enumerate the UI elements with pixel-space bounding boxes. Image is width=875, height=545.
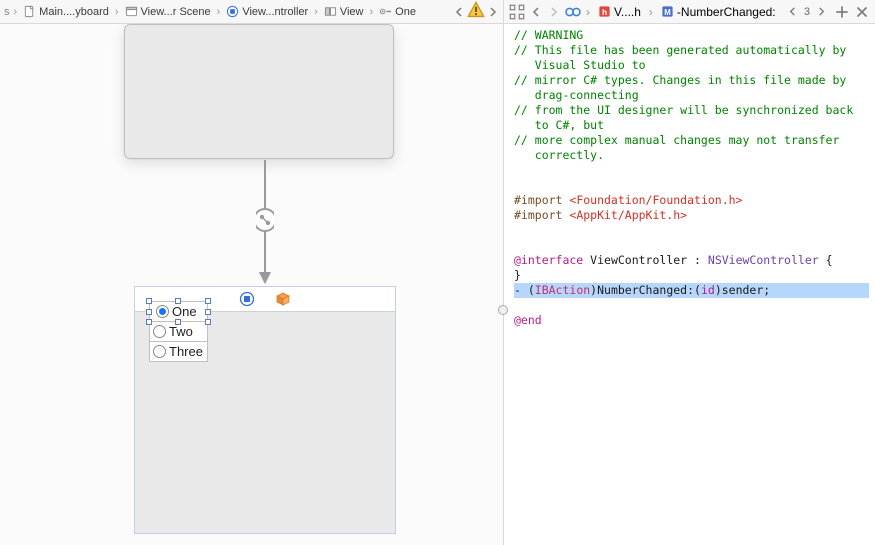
crumb-root-sep: s <box>2 0 12 23</box>
crumb-label: V....h <box>614 5 641 19</box>
svg-text:M: M <box>664 8 671 17</box>
code-method-end: )sender; <box>715 283 770 297</box>
left-breadcrumb-bar: s › Main....yboard › View...r Scene › <box>0 0 503 24</box>
resize-handle[interactable] <box>205 298 211 304</box>
nav-back-button[interactable] <box>528 4 544 20</box>
nav-forward-button[interactable] <box>546 4 562 20</box>
nav-counter: 3 <box>785 4 829 20</box>
crumb-sep: › <box>312 6 320 18</box>
code-classname: ViewController <box>590 253 687 267</box>
radio-icon <box>379 5 392 18</box>
scene-icon <box>125 5 138 18</box>
code-comment: // more complex manual changes may not t… <box>514 133 839 162</box>
radio-circle-icon <box>156 305 169 318</box>
radio-label: Three <box>169 344 203 359</box>
segue-connector <box>256 160 274 286</box>
crumb-scene[interactable]: View...r Scene <box>121 0 215 23</box>
radio-label: Two <box>169 324 193 339</box>
resize-handle[interactable] <box>175 319 181 325</box>
crumb-method[interactable]: M -NumberChanged: <box>657 0 780 23</box>
code-editor[interactable]: // WARNING // This file has been generat… <box>504 24 875 545</box>
svg-text:h: h <box>602 7 607 17</box>
code-interface-kw: @interface <box>514 253 590 267</box>
crumb-sep: › <box>647 5 655 19</box>
view-icon <box>324 5 337 18</box>
grid-apps-icon[interactable] <box>508 3 526 21</box>
crumb-label: View <box>340 6 364 18</box>
code-dash: - ( <box>514 283 535 297</box>
radio-option-three[interactable]: Three <box>149 341 208 362</box>
code-highlighted-line: - (IBAction)NumberChanged:(id)sender; <box>514 283 869 298</box>
radio-circle-icon <box>153 325 166 338</box>
code-comment: // mirror C# types. Changes in this file… <box>514 73 846 102</box>
code-ibaction: IBAction <box>535 283 590 297</box>
design-canvas[interactable]: One Two <box>0 24 503 545</box>
code-comment: // from the UI designer will be synchron… <box>514 103 853 132</box>
radio-group: One Two <box>149 301 208 361</box>
code-close-brace: } <box>514 268 521 282</box>
crumb-viewcontroller[interactable]: View...ntroller <box>222 0 312 23</box>
radio-label: One <box>172 304 197 319</box>
code-brace: { <box>819 253 833 267</box>
code-comment: // WARNING <box>514 28 583 42</box>
controller-stop-icon[interactable] <box>239 291 255 307</box>
radio-circle-icon <box>153 345 166 358</box>
resize-handle[interactable] <box>146 298 152 304</box>
add-editor-button[interactable] <box>833 3 851 21</box>
controller-icon <box>226 5 239 18</box>
crumb-sep: › <box>215 6 223 18</box>
code-colon: : <box>687 253 708 267</box>
crumb-header-file[interactable]: h V....h <box>594 0 645 23</box>
crumb-forward-button[interactable] <box>485 4 501 20</box>
resize-handle[interactable] <box>146 309 152 315</box>
box-3d-icon[interactable] <box>275 291 291 307</box>
resize-handle[interactable] <box>175 298 181 304</box>
crumb-label: One <box>395 6 416 18</box>
crumb-view[interactable]: View <box>320 0 368 23</box>
resize-handle[interactable] <box>205 319 211 325</box>
resize-handle[interactable] <box>146 319 152 325</box>
crumb-sep: › <box>368 6 376 18</box>
code-id-kw: id <box>701 283 715 297</box>
code-end-kw: @end <box>514 313 542 327</box>
doc-icon <box>23 5 36 18</box>
bottom-view-card[interactable]: One Two <box>134 286 396 534</box>
right-toolbar: › h V....h › M -NumberChanged: 3 <box>504 0 875 24</box>
counter-value: 3 <box>804 6 810 18</box>
code-import-kw: #import <box>514 208 569 222</box>
code-basetype: NSViewController <box>708 253 819 267</box>
code-import-val: <Foundation/Foundation.h> <box>569 193 742 207</box>
crumb-storyboard[interactable]: Main....yboard <box>19 0 113 23</box>
counter-forward-button[interactable] <box>813 4 829 20</box>
crumb-label: View...ntroller <box>242 6 308 18</box>
code-method-mid: )NumberChanged:( <box>590 283 701 297</box>
code-import-val: <AppKit/AppKit.h> <box>569 208 687 222</box>
counter-back-button[interactable] <box>785 4 801 20</box>
crumb-sep: › <box>113 6 121 18</box>
crumb-radio-one[interactable]: One <box>375 0 420 23</box>
crumb-sep: › <box>584 5 592 19</box>
code-comment: // This file has been generated automati… <box>514 43 846 72</box>
crumb-sep: › <box>12 6 20 18</box>
h-file-icon: h <box>598 5 611 18</box>
radio-selection-wrap: One <box>149 301 208 322</box>
code-import-kw: #import <box>514 193 569 207</box>
crumb-label: -NumberChanged: <box>677 5 776 19</box>
related-items-icon[interactable] <box>564 3 582 21</box>
resize-handle[interactable] <box>205 309 211 315</box>
crumb-back-button[interactable] <box>451 4 467 20</box>
method-icon: M <box>661 5 674 18</box>
warning-icon[interactable] <box>467 1 485 22</box>
close-editor-button[interactable] <box>853 3 871 21</box>
crumb-label: View...r Scene <box>141 6 211 18</box>
crumb-label: Main....yboard <box>39 6 109 18</box>
top-window-card[interactable] <box>124 24 394 159</box>
connection-gutter-dot[interactable] <box>498 305 508 315</box>
